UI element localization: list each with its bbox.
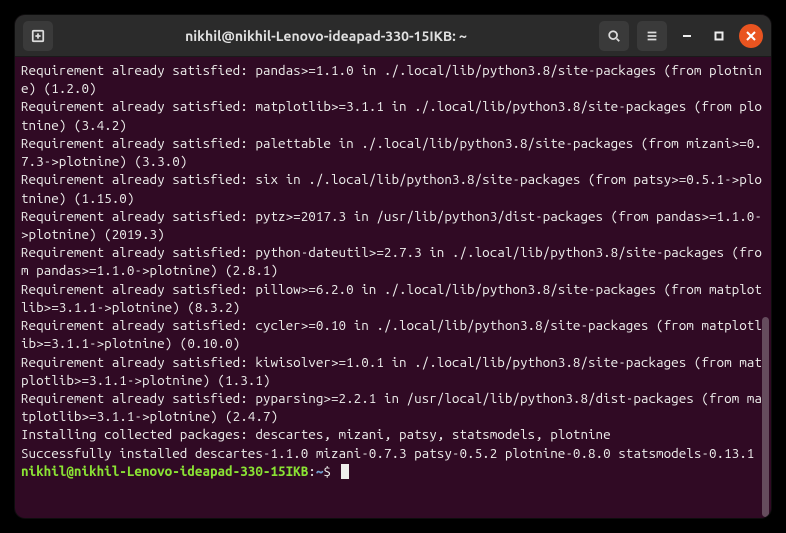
menu-button[interactable] (637, 21, 667, 51)
minimize-button[interactable] (675, 24, 699, 48)
window-title: nikhil@nikhil-Lenovo-ideapad-330-15IKB: … (61, 28, 591, 44)
new-tab-icon (31, 29, 45, 43)
close-button[interactable] (739, 24, 763, 48)
prompt: nikhil@nikhil-Lenovo-ideapad-330-15IKB:~… (21, 463, 349, 479)
prompt-userhost: nikhil@nikhil-Lenovo-ideapad-330-15IKB (21, 463, 308, 479)
cursor (341, 464, 349, 479)
prompt-colon: : (308, 463, 316, 479)
close-icon (746, 31, 756, 41)
terminal-window: nikhil@nikhil-Lenovo-ideapad-330-15IKB: … (15, 15, 771, 518)
titlebar: nikhil@nikhil-Lenovo-ideapad-330-15IKB: … (15, 15, 771, 57)
minimize-icon (682, 31, 692, 41)
search-button[interactable] (599, 21, 629, 51)
terminal-body[interactable]: Requirement already satisfied: pandas>=1… (15, 57, 771, 518)
scrollbar-thumb[interactable] (762, 317, 769, 517)
search-icon (607, 29, 621, 43)
new-tab-button[interactable] (23, 21, 53, 51)
maximize-button[interactable] (707, 24, 731, 48)
maximize-icon (714, 31, 724, 41)
prompt-symbol: $ (323, 463, 331, 479)
hamburger-icon (645, 29, 659, 43)
terminal-output: Requirement already satisfied: pandas>=1… (21, 62, 762, 461)
